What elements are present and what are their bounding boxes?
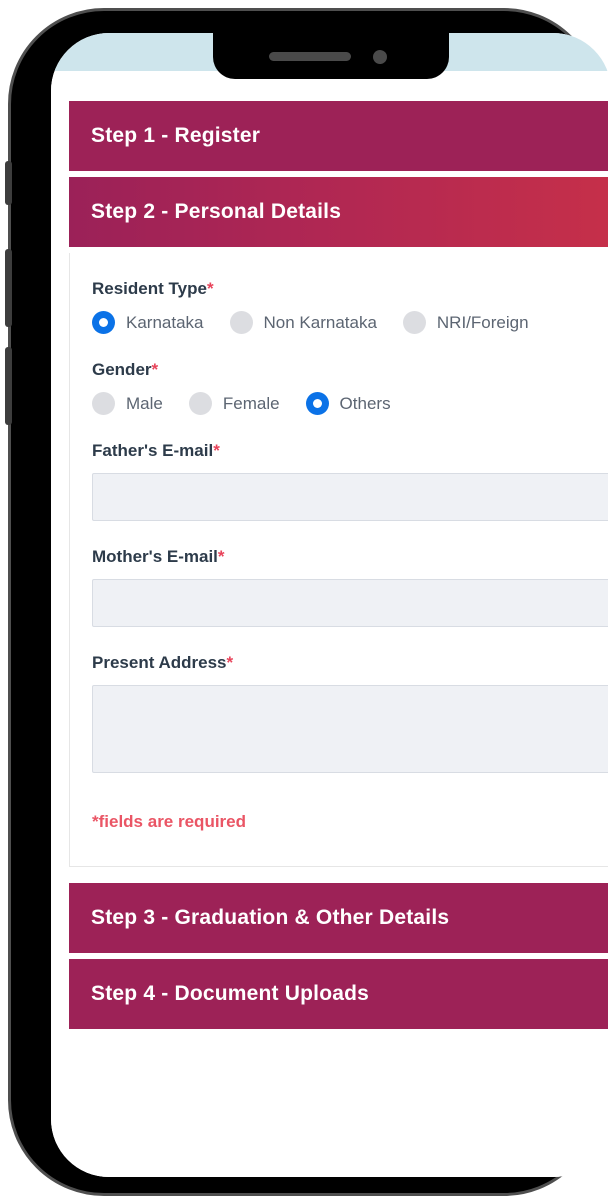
father-email-field: Father's E-mail* [92,441,608,521]
resident-type-radio-group: Karnataka Non Karnataka NRI/Foreign [92,311,606,334]
volume-down-button[interactable] [5,347,12,425]
radio-selected-icon[interactable] [305,392,329,415]
gender-label-text: Gender [92,360,152,379]
present-address-field: Present Address* [92,653,608,778]
gender-field: Gender* Male Female Others [92,360,606,415]
mother-email-input[interactable] [92,579,608,627]
father-email-input[interactable] [92,473,608,521]
radio-label-others: Others [339,393,391,413]
radio-label-female: Female [222,393,280,413]
phone-screen: Step 1 - Register Step 2 - Personal Deta… [51,33,608,1177]
present-address-textarea[interactable] [92,685,608,773]
resident-type-label: Resident Type* [92,279,606,299]
front-camera-icon [373,50,387,64]
radio-label-nri-foreign: NRI/Foreign [436,312,529,332]
step-header-1[interactable]: Step 1 - Register [69,101,608,171]
radio-option-female[interactable]: Female [188,392,280,415]
radio-unselected-icon[interactable] [229,311,253,334]
radio-label-male: Male [126,393,163,413]
required-fields-note: *fields are required [92,812,247,831]
radio-selected-icon[interactable] [92,311,115,334]
radio-option-non-karnataka[interactable]: Non Karnataka [229,311,377,334]
phone-notch [213,33,449,79]
radio-option-nri-foreign[interactable]: NRI/Foreign [402,311,529,334]
father-email-label-text: Father's E-mail [92,441,214,460]
radio-unselected-icon[interactable] [92,392,115,415]
radio-unselected-icon[interactable] [188,392,212,415]
phone-device-frame: Step 1 - Register Step 2 - Personal Deta… [5,8,608,1196]
resident-type-field: Resident Type* Karnataka Non Karnataka N… [92,279,606,334]
speaker-grill-icon [269,52,351,61]
radio-option-others[interactable]: Others [305,392,391,415]
required-asterisk: * [217,547,225,566]
father-email-label: Father's E-mail* [92,441,606,461]
required-asterisk: * [213,441,220,460]
gender-label: Gender* [92,360,606,380]
mother-email-field: Mother's E-mail* [92,547,608,627]
present-address-label-text: Present Address [92,653,227,672]
radio-option-karnataka[interactable]: Karnataka [92,311,204,334]
radio-unselected-icon[interactable] [402,311,426,334]
radio-label-non-karnataka: Non Karnataka [263,312,377,332]
step-header-2[interactable]: Step 2 - Personal Details [69,177,608,247]
required-asterisk: * [206,279,214,298]
step-header-3[interactable]: Step 3 - Graduation & Other Details [69,883,608,953]
mother-email-label-text: Mother's E-mail [92,547,218,566]
step-2-panel: Resident Type* Karnataka Non Karnataka N… [69,253,608,867]
registration-page: Step 1 - Register Step 2 - Personal Deta… [51,71,608,1177]
required-asterisk: * [226,653,234,672]
step-header-4[interactable]: Step 4 - Document Uploads [69,959,608,1029]
mother-email-label: Mother's E-mail* [92,547,606,567]
radio-label-karnataka: Karnataka [126,312,204,332]
present-address-label: Present Address* [92,653,606,673]
radio-option-male[interactable]: Male [92,392,163,415]
mute-switch-button[interactable] [5,161,12,205]
gender-radio-group: Male Female Others [92,392,606,415]
volume-up-button[interactable] [5,249,12,327]
required-asterisk: * [151,360,159,379]
resident-type-label-text: Resident Type [92,279,207,298]
steps-accordion: Step 1 - Register Step 2 - Personal Deta… [69,101,608,1029]
